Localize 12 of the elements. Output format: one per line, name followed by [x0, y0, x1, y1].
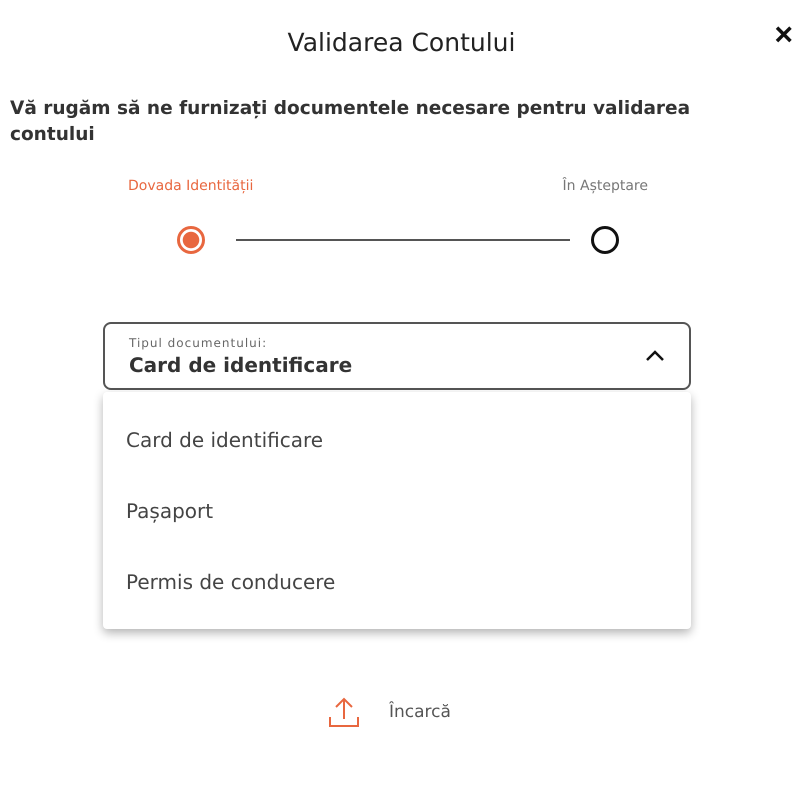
close-button[interactable]: × [770, 18, 797, 50]
dropdown-option[interactable]: Pașaport [103, 475, 691, 546]
chevron-icon [645, 350, 665, 362]
dropdown-option[interactable]: Card de identificare [103, 404, 691, 475]
step-label: În Așteptare [562, 178, 648, 194]
document-type-dropdown[interactable]: Tipul documentului: Card de identificare [103, 322, 691, 390]
upload-icon [327, 695, 361, 729]
step-label: Dovada Identității [128, 178, 254, 194]
dialog-title: Validarea Contului [288, 28, 516, 56]
intro-text: Vă rugăm să ne furnizați documentele necesare pentru validarea contului [10, 97, 692, 147]
upload-button[interactable]: Încarcă [327, 695, 451, 729]
dropdown-option[interactable]: Permis de conducere [103, 546, 691, 617]
